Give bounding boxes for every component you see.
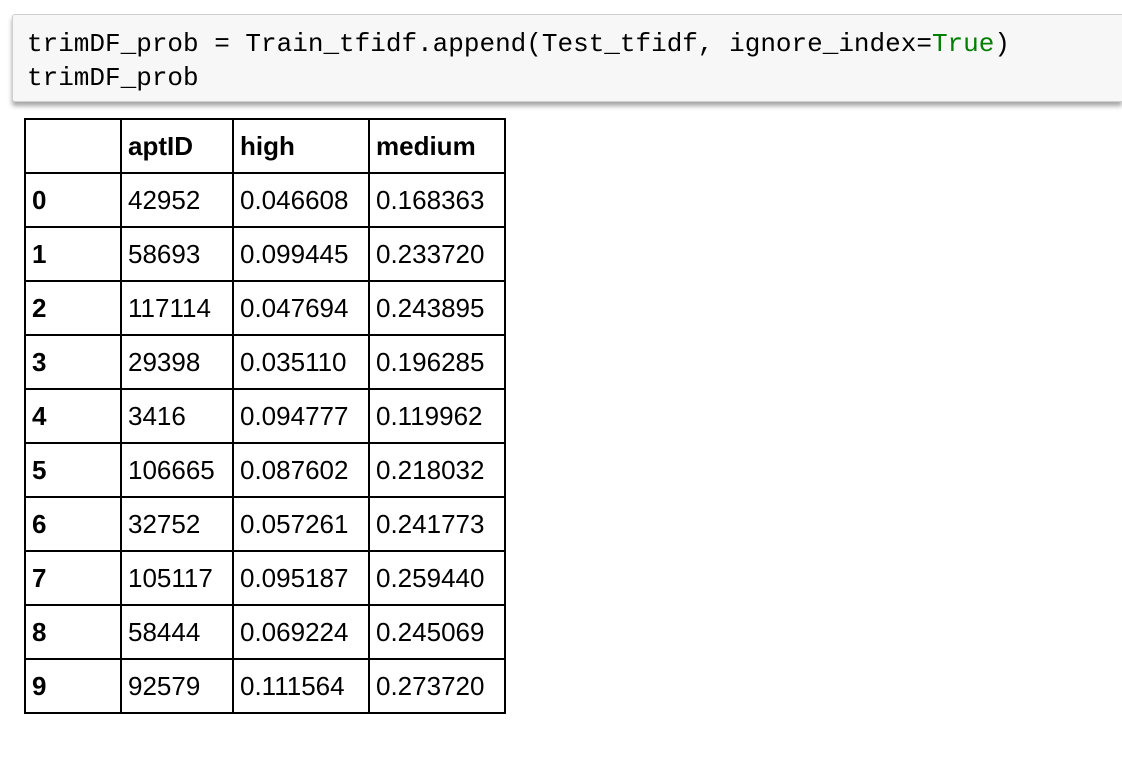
row-index: 9 bbox=[24, 658, 122, 714]
row-index: 1 bbox=[24, 226, 122, 282]
column-header-high: high bbox=[232, 118, 370, 174]
cell-output: aptID high medium 0 42952 0.046608 0.168… bbox=[24, 118, 506, 714]
row-index: 5 bbox=[24, 442, 122, 498]
table-row: 1 58693 0.099445 0.233720 bbox=[24, 226, 506, 282]
cell-medium: 0.168363 bbox=[368, 172, 506, 228]
cell-aptid: 92579 bbox=[120, 658, 234, 714]
cell-medium: 0.243895 bbox=[368, 280, 506, 336]
cell-medium: 0.273720 bbox=[368, 658, 506, 714]
code-line-1: trimDF_prob = Train_tfidf.append(Test_tf… bbox=[27, 27, 1010, 61]
cell-medium: 0.259440 bbox=[368, 550, 506, 606]
code-keyword-true: True bbox=[931, 29, 995, 59]
table-row: 5 106665 0.087602 0.218032 bbox=[24, 442, 506, 498]
table-row: 8 58444 0.069224 0.245069 bbox=[24, 604, 506, 660]
cell-medium: 0.245069 bbox=[368, 604, 506, 660]
column-header-aptid: aptID bbox=[120, 118, 234, 174]
cell-medium: 0.218032 bbox=[368, 442, 506, 498]
row-index: 3 bbox=[24, 334, 122, 390]
column-header-medium: medium bbox=[368, 118, 506, 174]
code-line-1-suffix: ) bbox=[994, 29, 1010, 59]
row-index: 8 bbox=[24, 604, 122, 660]
cell-medium: 0.241773 bbox=[368, 496, 506, 552]
cell-aptid: 3416 bbox=[120, 388, 234, 444]
cell-high: 0.035110 bbox=[232, 334, 370, 390]
row-index: 6 bbox=[24, 496, 122, 552]
table-row: 2 117114 0.047694 0.243895 bbox=[24, 280, 506, 336]
row-index: 2 bbox=[24, 280, 122, 336]
cell-high: 0.057261 bbox=[232, 496, 370, 552]
cell-high: 0.047694 bbox=[232, 280, 370, 336]
cell-aptid: 32752 bbox=[120, 496, 234, 552]
code-line-1-prefix: trimDF_prob = Train_tfidf.append(Test_tf… bbox=[27, 29, 932, 59]
cell-high: 0.069224 bbox=[232, 604, 370, 660]
cell-aptid: 42952 bbox=[120, 172, 234, 228]
cell-aptid: 105117 bbox=[120, 550, 234, 606]
code-input-cell[interactable]: trimDF_prob = Train_tfidf.append(Test_tf… bbox=[12, 14, 1122, 102]
table-row: 9 92579 0.111564 0.273720 bbox=[24, 658, 506, 714]
table-row: 6 32752 0.057261 0.241773 bbox=[24, 496, 506, 552]
row-index: 0 bbox=[24, 172, 122, 228]
cell-aptid: 29398 bbox=[120, 334, 234, 390]
dataframe-table: aptID high medium 0 42952 0.046608 0.168… bbox=[24, 118, 506, 714]
cell-aptid: 58444 bbox=[120, 604, 234, 660]
cell-high: 0.046608 bbox=[232, 172, 370, 228]
cell-high: 0.095187 bbox=[232, 550, 370, 606]
cell-high: 0.099445 bbox=[232, 226, 370, 282]
cell-medium: 0.119962 bbox=[368, 388, 506, 444]
cell-high: 0.087602 bbox=[232, 442, 370, 498]
cell-high: 0.111564 bbox=[232, 658, 370, 714]
cell-aptid: 106665 bbox=[120, 442, 234, 498]
cell-medium: 0.196285 bbox=[368, 334, 506, 390]
row-index: 7 bbox=[24, 550, 122, 606]
code-line-2: trimDF_prob bbox=[27, 63, 199, 93]
cell-medium: 0.233720 bbox=[368, 226, 506, 282]
table-header-row: aptID high medium bbox=[24, 118, 506, 174]
cell-high: 0.094777 bbox=[232, 388, 370, 444]
table-row: 0 42952 0.046608 0.168363 bbox=[24, 172, 506, 228]
row-index: 4 bbox=[24, 388, 122, 444]
cell-aptid: 58693 bbox=[120, 226, 234, 282]
table-row: 3 29398 0.035110 0.196285 bbox=[24, 334, 506, 390]
table-row: 4 3416 0.094777 0.119962 bbox=[24, 388, 506, 444]
column-header-index bbox=[24, 118, 122, 174]
cell-aptid: 117114 bbox=[120, 280, 234, 336]
table-row: 7 105117 0.095187 0.259440 bbox=[24, 550, 506, 606]
